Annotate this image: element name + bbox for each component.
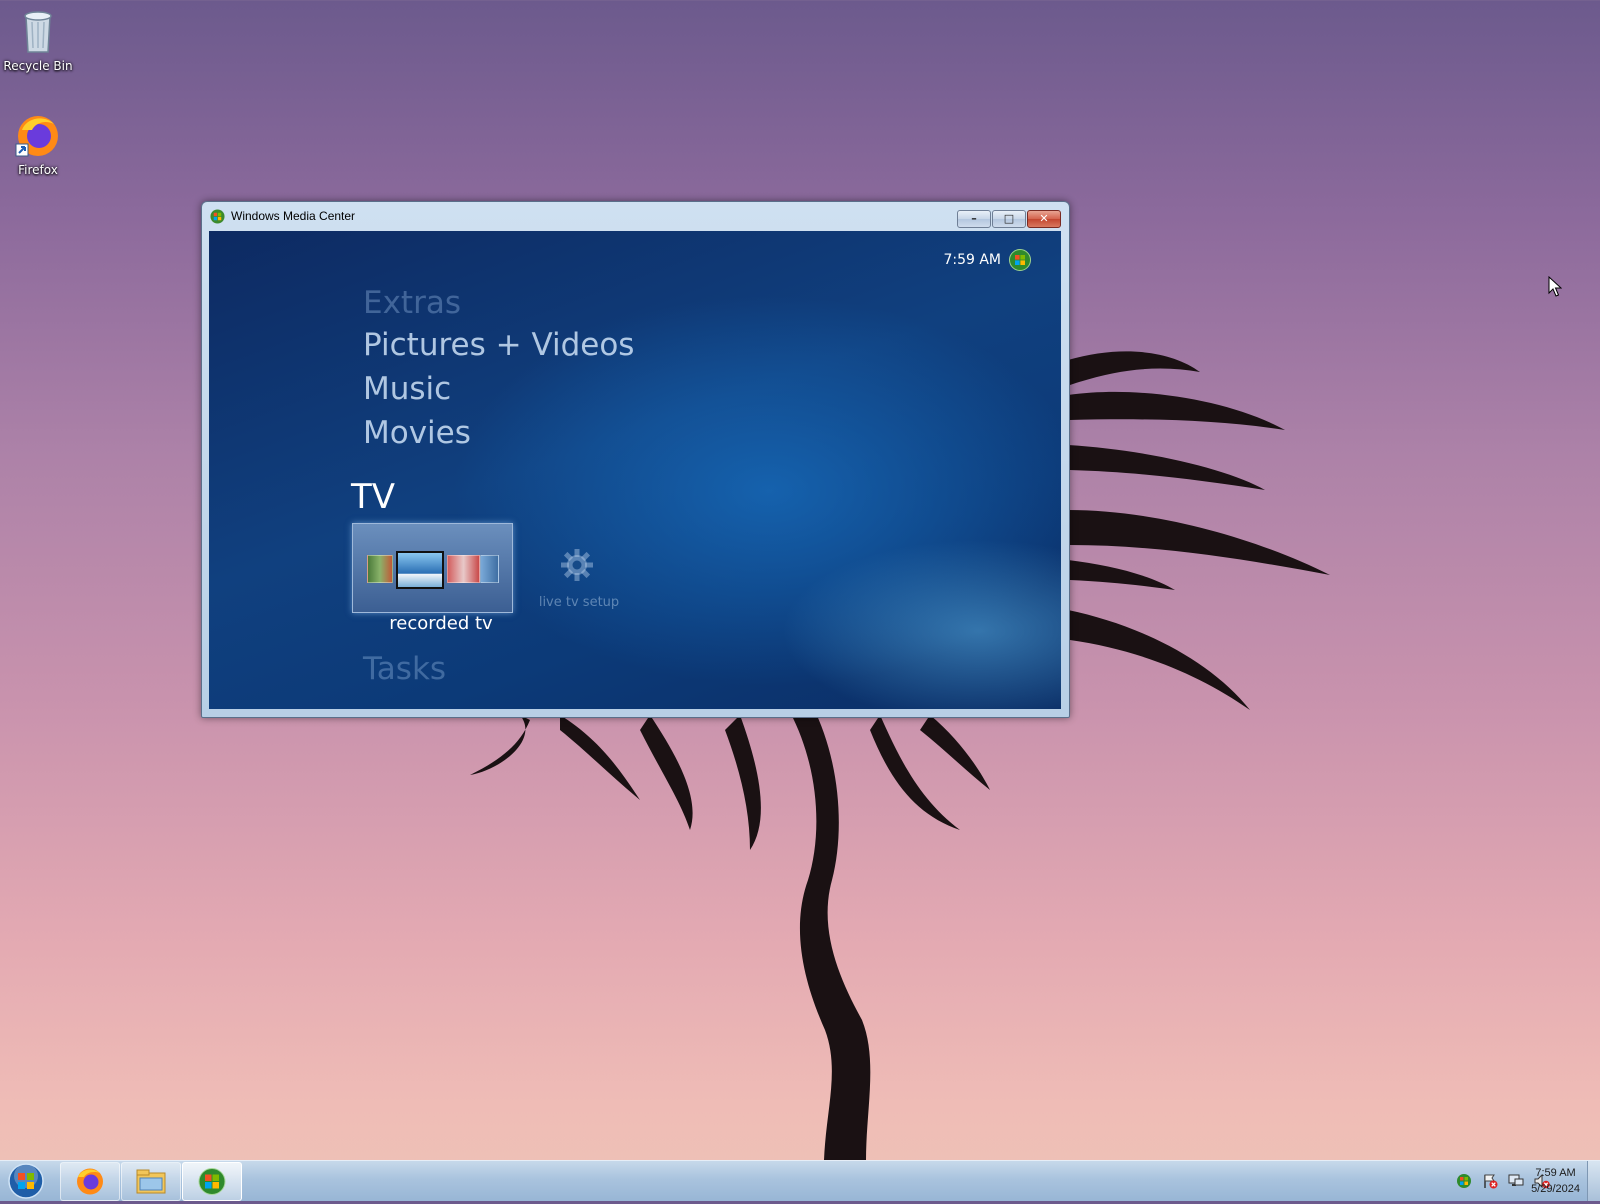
firefox-icon — [14, 112, 62, 160]
taskbar-time: 7:59 AM — [1535, 1167, 1576, 1179]
recorded-tv-label: recorded tv — [389, 613, 493, 634]
start-button[interactable] — [4, 1162, 48, 1200]
taskbar-clock[interactable]: 7:59 AM 5/29/2024 — [1531, 1165, 1580, 1197]
minimize-icon: – — [971, 212, 977, 225]
media-center-start-menu[interactable]: 7:59 AM Extras Pictures + Videos Music M… — [209, 231, 1061, 709]
gear-icon[interactable] — [559, 547, 595, 583]
desktop-icon-label: Firefox — [18, 163, 58, 177]
recorded-tv-thumbnails — [367, 551, 499, 589]
menu-item-pictures-videos[interactable]: Pictures + Videos — [363, 327, 634, 363]
recorded-tv-thumbnail — [447, 555, 481, 583]
taskbar: 7:59 AM 5/29/2024 — [0, 1160, 1600, 1201]
window-title: Windows Media Center — [231, 209, 356, 223]
recycle-bin-icon — [14, 8, 62, 56]
windows-media-center-icon — [198, 1168, 226, 1195]
recorded-tv-thumbnail — [480, 555, 499, 583]
file-explorer-icon — [136, 1169, 166, 1194]
close-icon: ✕ — [1039, 212, 1049, 225]
media-center-tray-icon[interactable] — [1456, 1173, 1472, 1189]
desktop-icon-recycle-bin[interactable]: Recycle Bin — [0, 8, 78, 73]
media-center-clock: 7:59 AM — [943, 252, 1001, 268]
show-desktop-button[interactable] — [1587, 1161, 1600, 1201]
desktop-icon-label: Recycle Bin — [3, 59, 73, 73]
window-titlebar[interactable]: Windows Media Center – □ ✕ — [202, 202, 1069, 230]
firefox-icon — [77, 1168, 103, 1195]
maximize-icon: □ — [1003, 212, 1015, 225]
menu-item-extras[interactable]: Extras — [363, 285, 461, 321]
media-center-window[interactable]: Windows Media Center – □ ✕ 7:59 AM Extra… — [201, 201, 1070, 718]
taskbar-date: 5/29/2024 — [1531, 1183, 1580, 1195]
maximize-button[interactable]: □ — [992, 210, 1026, 228]
menu-item-music[interactable]: Music — [363, 371, 451, 407]
menu-item-tasks[interactable]: Tasks — [363, 651, 446, 687]
minimize-button[interactable]: – — [957, 210, 991, 228]
recorded-tv-thumbnail — [395, 551, 445, 589]
recorded-tv-thumbnail — [367, 555, 393, 583]
menu-item-movies[interactable]: Movies — [363, 415, 471, 451]
taskbar-file-explorer-button[interactable] — [121, 1162, 181, 1201]
recorded-tv-tile[interactable] — [352, 523, 513, 613]
taskbar-firefox-button[interactable] — [60, 1162, 120, 1201]
network-icon[interactable] — [1508, 1173, 1524, 1189]
windows-media-center-icon — [210, 209, 225, 224]
media-center-start-button[interactable] — [1009, 249, 1031, 271]
menu-item-tv[interactable]: TV — [351, 477, 395, 517]
action-center-flag-icon[interactable] — [1482, 1173, 1498, 1189]
live-tv-setup-label[interactable]: live tv setup — [529, 595, 629, 610]
mouse-cursor — [1548, 276, 1562, 297]
desktop-icon-firefox[interactable]: Firefox — [0, 112, 78, 177]
taskbar-media-center-button[interactable] — [182, 1162, 242, 1201]
close-button[interactable]: ✕ — [1027, 210, 1061, 228]
